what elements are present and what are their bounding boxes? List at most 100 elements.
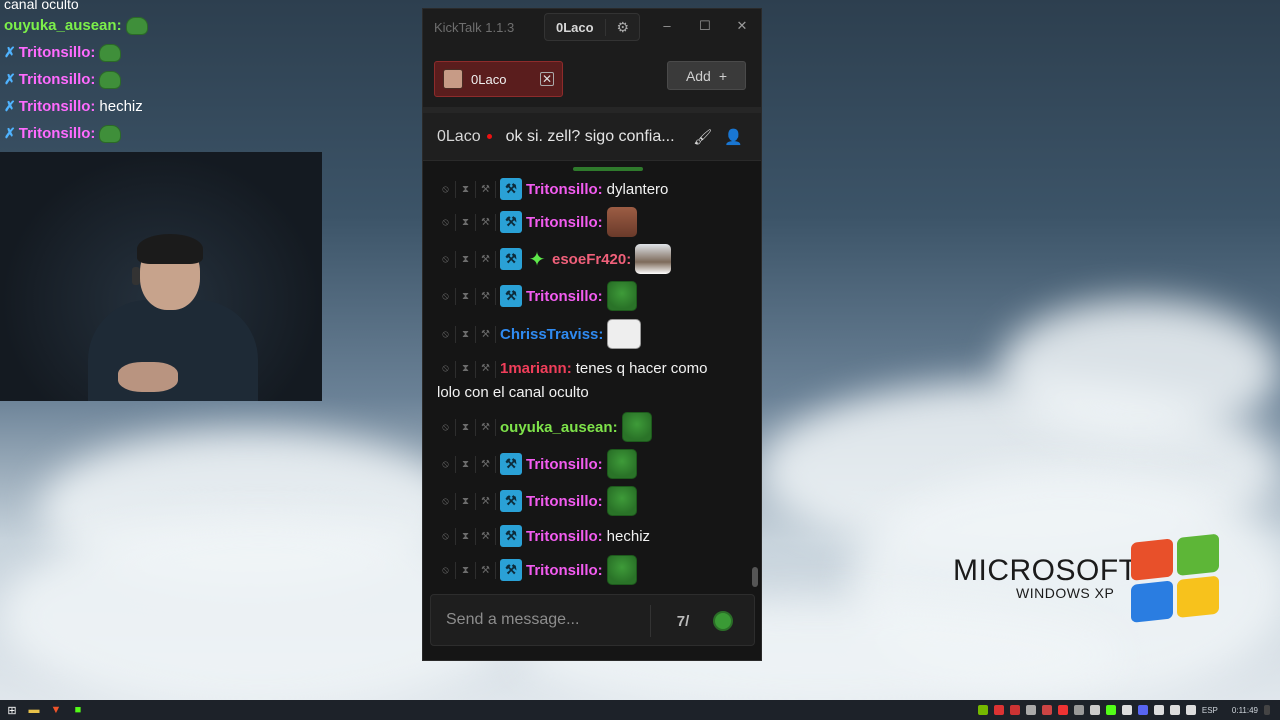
timeout-icon[interactable]: ⧗ [456,250,476,268]
chat-username[interactable]: ouyuka_ausean [500,419,613,436]
discord-icon[interactable] [1137,705,1148,715]
chat-message: ⦸ ⧗ ⚒ ⚒ Tritonsillo: [423,207,749,237]
chat-scrollbar[interactable] [752,567,758,587]
channel-header: 0Laco ok si. zell? sigo confia... 🖌 👤 [423,113,761,161]
ban-icon[interactable]: ⦸ [436,287,456,305]
minimize-button[interactable]: – [658,18,676,33]
tab-channel[interactable]: 0Laco ✕ [434,61,563,97]
stream-title: ok si. zell? sigo confia... [505,127,675,145]
timeout-icon[interactable]: ⧗ [456,492,476,510]
mod-action-icon[interactable]: ⚒ [476,180,496,198]
tray-app-icon[interactable] [1025,705,1036,715]
message-composer: 7/ [430,594,755,646]
chat-username[interactable]: Tritonsillo [526,288,598,305]
timeout-icon[interactable]: ⧗ [456,180,476,198]
channel-name: 0Laco [437,127,481,145]
chat-messages: ⦸ ⧗ ⚒ ⚒ Tritonsillo: dylantero ⦸ ⧗ ⚒ ⚒ Trito… [423,167,763,592]
ban-icon[interactable]: ⦸ [436,561,456,579]
chat-username[interactable]: Tritonsillo [526,214,598,231]
timeout-icon[interactable]: ⧗ [456,287,476,305]
ban-icon[interactable]: ⦸ [436,492,456,510]
timeout-icon[interactable]: ⧗ [456,213,476,231]
kick-tray-icon[interactable] [1105,705,1116,715]
tray-app-icon[interactable] [993,705,1004,715]
pepe-emote-icon [621,412,652,442]
xp-product-text: WINDOWS XP [1016,585,1115,601]
timeout-icon[interactable]: ⧗ [456,527,476,545]
add-channel-button[interactable]: Add + [667,61,746,90]
mod-action-icon[interactable]: ⚒ [476,287,496,305]
ban-icon[interactable]: ⦸ [436,527,456,545]
close-tab-icon[interactable]: ✕ [540,72,554,86]
mod-action-icon[interactable]: ⚒ [476,325,496,343]
volume-icon[interactable] [1185,705,1196,715]
tray-app-icon[interactable] [1073,705,1084,715]
taskbar: ⊞ ▬ ▼ ■ ESP 0:11:49 [0,700,1280,720]
mod-action-icon[interactable]: ⚒ [476,250,496,268]
overlay-line: ✗ Tritonsillo: [0,120,330,147]
chat-username[interactable]: Tritonsillo [526,528,598,545]
mod-action-icon[interactable]: ⚒ [476,455,496,473]
ban-icon[interactable]: ⦸ [436,250,456,268]
timeout-icon[interactable]: ⧗ [456,561,476,579]
sword-badge-icon: ✗ [4,98,16,114]
chat-message: ⦸ ⧗ ⚒ ouyuka_ausean: [423,412,749,442]
mod-action-icon[interactable]: ⚒ [476,561,496,579]
chat-username[interactable]: Tritonsillo [526,181,598,198]
gear-icon[interactable]: ⚙ [605,18,629,36]
show-desktop-button[interactable] [1264,705,1270,715]
maximize-button[interactable]: ☐ [696,18,714,34]
brave-browser-icon[interactable]: ▼ [50,704,62,716]
kick-emote-icon[interactable] [711,609,735,633]
ban-icon[interactable]: ⦸ [436,325,456,343]
tray-app-icon[interactable] [1121,705,1132,715]
language-indicator[interactable]: ESP [1202,706,1218,715]
timeout-icon[interactable]: ⧗ [456,325,476,343]
start-icon[interactable]: ⊞ [6,704,18,717]
mod-action-icon[interactable]: ⚒ [476,492,496,510]
chat-message: ⦸ ⧗ ⚒ ⚒ Tritonsillo: hechiz [423,523,749,549]
chat-username[interactable]: Tritonsillo [526,456,598,473]
network-icon[interactable] [1169,705,1180,715]
chat-username[interactable]: ChrissTraviss [500,326,598,343]
timeout-icon[interactable]: ⧗ [456,418,476,436]
file-explorer-icon[interactable]: ▬ [28,704,40,716]
nvidia-icon[interactable] [977,705,988,715]
ban-icon[interactable]: ⦸ [436,180,456,198]
microphone-icon[interactable] [1153,705,1164,715]
message-input[interactable] [446,611,646,629]
chat-message: ⦸ ⧗ ⚒ ChrissTraviss: [423,319,749,349]
mod-action-icon[interactable]: ⚒ [476,213,496,231]
chat-username[interactable]: esoeFr420 [552,251,626,268]
timeout-icon[interactable]: ⧗ [456,455,476,473]
title-bar[interactable]: KickTalk 1.1.3 0Laco ⚙ – ☐ ✕ [423,9,761,45]
chat-username[interactable]: Tritonsillo [526,493,598,510]
tray-app-icon[interactable] [1041,705,1052,715]
tray-app-icon[interactable] [1057,705,1068,715]
close-button[interactable]: ✕ [733,18,751,34]
clock[interactable]: 0:11:49 [1232,706,1258,715]
pepe-emote-icon [606,449,637,479]
account-pill[interactable]: 0Laco ⚙ [544,13,640,41]
chat-message: ⦸ ⧗ ⚒ ⚒ Tritonsillo: dylantero [423,176,749,202]
timeout-icon[interactable]: ⧗ [456,360,476,378]
tray-app-icon[interactable] [1009,705,1020,715]
mod-action-icon[interactable]: ⚒ [476,418,496,436]
chat-message: ⦸ ⧗ ⚒ 1mariann: tenes q hacer como lolo co… [423,357,749,405]
account-name: 0Laco [556,19,594,35]
mod-action-icon[interactable]: ⚒ [476,360,496,378]
ban-icon[interactable]: ⦸ [436,455,456,473]
seventv-emote-icon[interactable]: 7/ [671,609,695,633]
user-icon[interactable]: 👤 [724,128,743,146]
ban-icon[interactable]: ⦸ [436,213,456,231]
kick-app-icon[interactable]: ■ [72,704,84,716]
mod-action-icon[interactable]: ⚒ [476,527,496,545]
ban-icon[interactable]: ⦸ [436,360,456,378]
chat-username[interactable]: 1mariann [500,357,567,381]
chat-username[interactable]: Tritonsillo [526,562,598,579]
pin-icon[interactable]: 🖌 [693,128,712,146]
windows-flag-icon [1131,533,1223,625]
ban-icon[interactable]: ⦸ [436,418,456,436]
tray-app-icon[interactable] [1089,705,1100,715]
overlay-line: ✗ Tritonsillo: hechiz [4,98,143,115]
